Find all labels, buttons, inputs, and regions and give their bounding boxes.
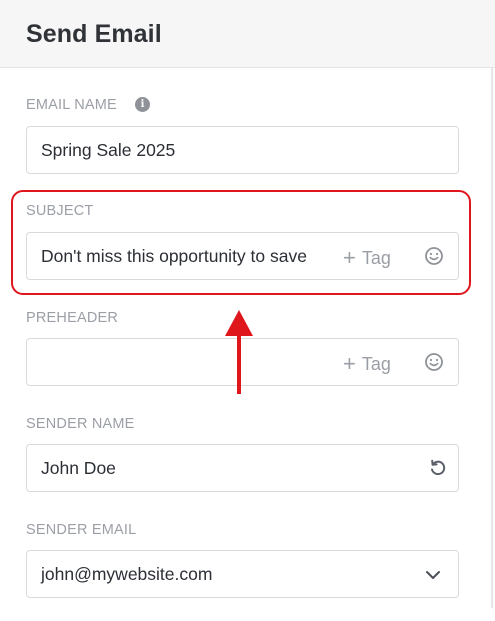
- scrollbar[interactable]: [491, 68, 493, 608]
- sender-email-select[interactable]: john@mywebsite.com: [26, 550, 459, 598]
- sender-name-label: SENDER NAME: [26, 416, 135, 432]
- sender-name-value: John Doe: [41, 458, 116, 478]
- page-title: Send Email: [26, 20, 162, 48]
- sender-name-field[interactable]: John Doe: [26, 444, 459, 492]
- preheader-tag-button[interactable]: + Tag: [343, 351, 391, 377]
- preheader-tag-label: Tag: [361, 354, 391, 374]
- email-name-label: EMAIL NAME: [26, 97, 117, 113]
- info-icon[interactable]: i: [135, 97, 150, 112]
- email-name-value: Spring Sale 2025: [41, 140, 176, 160]
- chevron-down-icon[interactable]: [424, 566, 442, 584]
- sender-email-value: john@mywebsite.com: [41, 564, 213, 584]
- header-bar: Send Email: [0, 0, 495, 68]
- emoji-icon[interactable]: [423, 351, 445, 373]
- arrow-up-icon: [225, 310, 253, 394]
- preheader-label: PREHEADER: [26, 310, 119, 326]
- plus-icon: +: [343, 351, 356, 376]
- sender-email-label: SENDER EMAIL: [26, 522, 137, 538]
- subject-highlight-annotation: [11, 190, 471, 295]
- reset-icon[interactable]: [428, 458, 448, 478]
- email-name-field[interactable]: Spring Sale 2025: [26, 126, 459, 174]
